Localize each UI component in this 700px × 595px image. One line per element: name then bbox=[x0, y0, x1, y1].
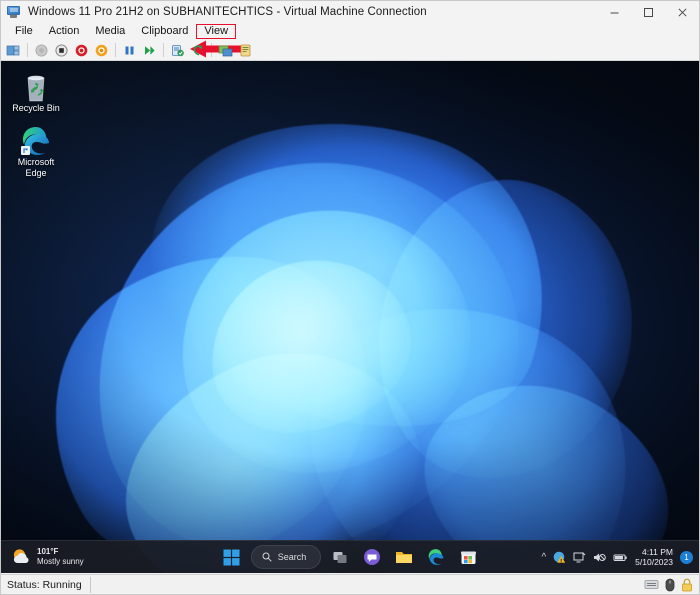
recycle-bin-icon bbox=[6, 69, 66, 103]
windows-logo-icon bbox=[223, 549, 240, 566]
enhanced-session-button[interactable] bbox=[216, 41, 235, 60]
edge-icon bbox=[6, 123, 66, 157]
menu-item-file[interactable]: File bbox=[7, 24, 41, 39]
desktop-icon-label: Recycle Bin bbox=[6, 103, 66, 114]
notification-badge[interactable]: 1 bbox=[680, 551, 693, 564]
task-view-button[interactable] bbox=[327, 544, 353, 570]
search-label: Search bbox=[278, 552, 307, 562]
close-button[interactable] bbox=[665, 1, 699, 23]
pause-button[interactable] bbox=[120, 41, 139, 60]
desktop-icon-recycle-bin[interactable]: Recycle Bin bbox=[6, 69, 66, 114]
ctrl-alt-delete-button[interactable] bbox=[4, 41, 23, 60]
clock-time: 4:11 PM bbox=[635, 547, 673, 557]
status-bar-icons bbox=[644, 578, 693, 592]
mouse-icon[interactable] bbox=[665, 578, 675, 592]
microsoft-edge-button[interactable] bbox=[423, 544, 449, 570]
display-icon[interactable] bbox=[573, 551, 586, 564]
system-tray: ^ bbox=[541, 547, 693, 567]
revert-button[interactable] bbox=[188, 41, 207, 60]
reset-button[interactable] bbox=[140, 41, 159, 60]
search-icon bbox=[262, 552, 272, 562]
menu-item-view[interactable]: View bbox=[196, 24, 236, 39]
status-text: Status: Running bbox=[1, 577, 91, 593]
taskbar: 101°F Mostly sunny bbox=[1, 540, 699, 573]
status-bar: Status: Running bbox=[1, 574, 699, 594]
virtual-machine-connection-window: Windows 11 Pro 21H2 on SUBHANITECHTICS -… bbox=[0, 0, 700, 595]
battery-icon[interactable] bbox=[613, 551, 628, 564]
file-explorer-button[interactable] bbox=[391, 544, 417, 570]
window-title: Windows 11 Pro 21H2 on SUBHANITECHTICS -… bbox=[28, 6, 427, 18]
store-icon bbox=[460, 549, 477, 566]
settings-button[interactable] bbox=[236, 41, 255, 60]
turn-off-button[interactable] bbox=[72, 41, 91, 60]
widgets-button[interactable] bbox=[359, 544, 385, 570]
task-view-icon bbox=[332, 549, 349, 566]
lock-icon[interactable] bbox=[681, 578, 693, 592]
vm-screen[interactable]: Recycle Bin bbox=[1, 61, 699, 573]
start-button[interactable] bbox=[32, 41, 51, 60]
title-bar: Windows 11 Pro 21H2 on SUBHANITECHTICS -… bbox=[1, 1, 699, 23]
menu-item-action[interactable]: Action bbox=[41, 24, 88, 39]
desktop-wallpaper bbox=[1, 61, 699, 573]
screen-capture-icon[interactable] bbox=[644, 578, 659, 591]
menu-bar: File Action Media Clipboard View bbox=[1, 23, 699, 40]
show-hidden-icons-button[interactable]: ^ bbox=[541, 552, 546, 563]
toolbar-separator bbox=[27, 43, 28, 57]
virtual-machine-icon bbox=[6, 4, 22, 20]
save-button[interactable] bbox=[92, 41, 111, 60]
shutdown-button[interactable] bbox=[52, 41, 71, 60]
desktop-icon-label-line1: Microsoft bbox=[6, 157, 66, 168]
desktop-icon-microsoft-edge[interactable]: Microsoft Edge bbox=[6, 123, 66, 179]
edge-icon bbox=[427, 548, 445, 566]
menu-item-media[interactable]: Media bbox=[87, 24, 133, 39]
chat-teams-icon bbox=[363, 548, 381, 566]
folder-icon bbox=[395, 549, 413, 565]
toolbar-separator bbox=[163, 43, 164, 57]
toolbar-separator bbox=[211, 43, 212, 57]
toolbar-separator bbox=[115, 43, 116, 57]
network-warning-icon[interactable] bbox=[553, 551, 566, 564]
minimize-button[interactable] bbox=[597, 1, 631, 23]
menu-item-clipboard[interactable]: Clipboard bbox=[133, 24, 196, 39]
checkpoint-button[interactable] bbox=[168, 41, 187, 60]
search-box[interactable]: Search bbox=[251, 545, 322, 569]
toolbar bbox=[1, 40, 699, 61]
microsoft-store-button[interactable] bbox=[455, 544, 481, 570]
clock-date: 5/10/2023 bbox=[635, 557, 673, 567]
clock[interactable]: 4:11 PM 5/10/2023 bbox=[635, 547, 673, 567]
volume-mute-icon[interactable] bbox=[593, 551, 606, 564]
maximize-button[interactable] bbox=[631, 1, 665, 23]
window-controls bbox=[597, 1, 699, 23]
desktop-icon-label-line2: Edge bbox=[6, 168, 66, 179]
start-button[interactable] bbox=[219, 544, 245, 570]
